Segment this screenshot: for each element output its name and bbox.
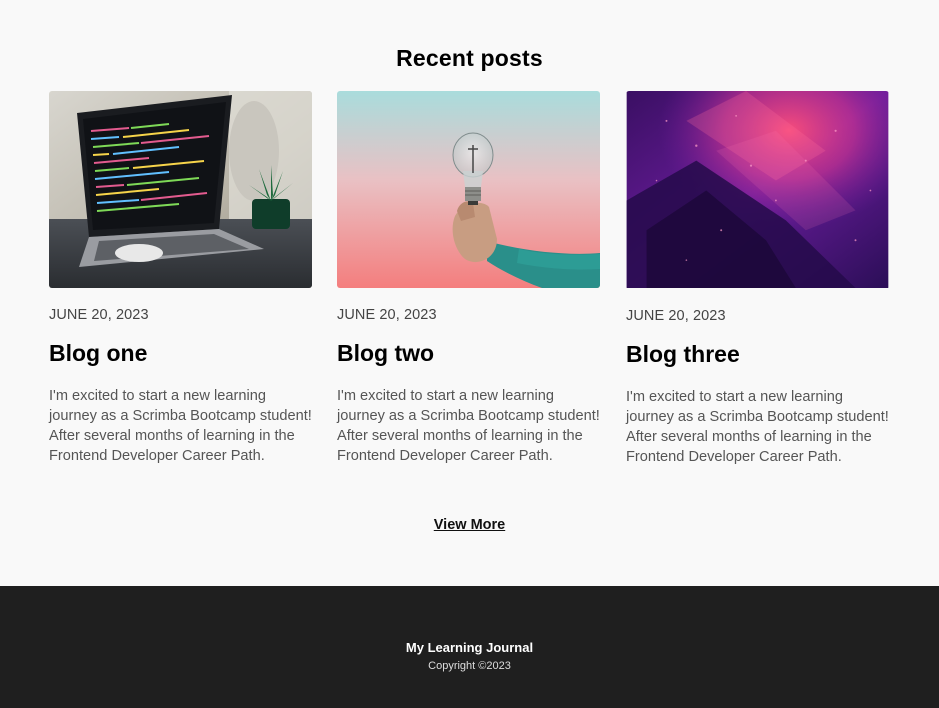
post-card[interactable]: JUNE 20, 2023 Blog two I'm excited to st… [337, 91, 600, 466]
post-title[interactable]: Blog two [337, 340, 600, 368]
post-excerpt: I'm excited to start a new learning jour… [626, 388, 889, 465]
post-thumbnail[interactable] [49, 91, 312, 288]
post-title[interactable]: Blog one [49, 340, 312, 368]
lightbulb-hand-photo [337, 91, 600, 288]
post-date: JUNE 20, 2023 [49, 307, 149, 323]
view-more-link[interactable]: View More [434, 517, 505, 533]
view-more-container: View More [0, 516, 939, 534]
post-excerpt: I'm excited to start a new learning jour… [49, 387, 312, 464]
recent-posts-section: Recent posts JUNE 20, 2023 Blog one I'm … [0, 0, 939, 586]
post-title[interactable]: Blog three [626, 341, 889, 369]
purple-abstract-photo [626, 91, 889, 288]
footer-brand: My Learning Journal [405, 640, 534, 655]
site-footer: My Learning Journal Copyright ©2023 [0, 586, 939, 708]
section-title: Recent posts [396, 45, 543, 71]
post-date: JUNE 20, 2023 [337, 307, 437, 323]
laptop-code-photo [49, 91, 312, 288]
post-thumbnail[interactable] [337, 91, 600, 288]
post-date: JUNE 20, 2023 [626, 308, 726, 324]
post-thumbnail[interactable] [626, 91, 889, 289]
post-excerpt: I'm excited to start a new learning jour… [337, 387, 600, 464]
footer-copyright: Copyright ©2023 [428, 660, 511, 672]
post-card[interactable]: JUNE 20, 2023 Blog three I'm excited to … [626, 91, 889, 467]
post-card[interactable]: JUNE 20, 2023 Blog one I'm excited to st… [49, 91, 312, 466]
